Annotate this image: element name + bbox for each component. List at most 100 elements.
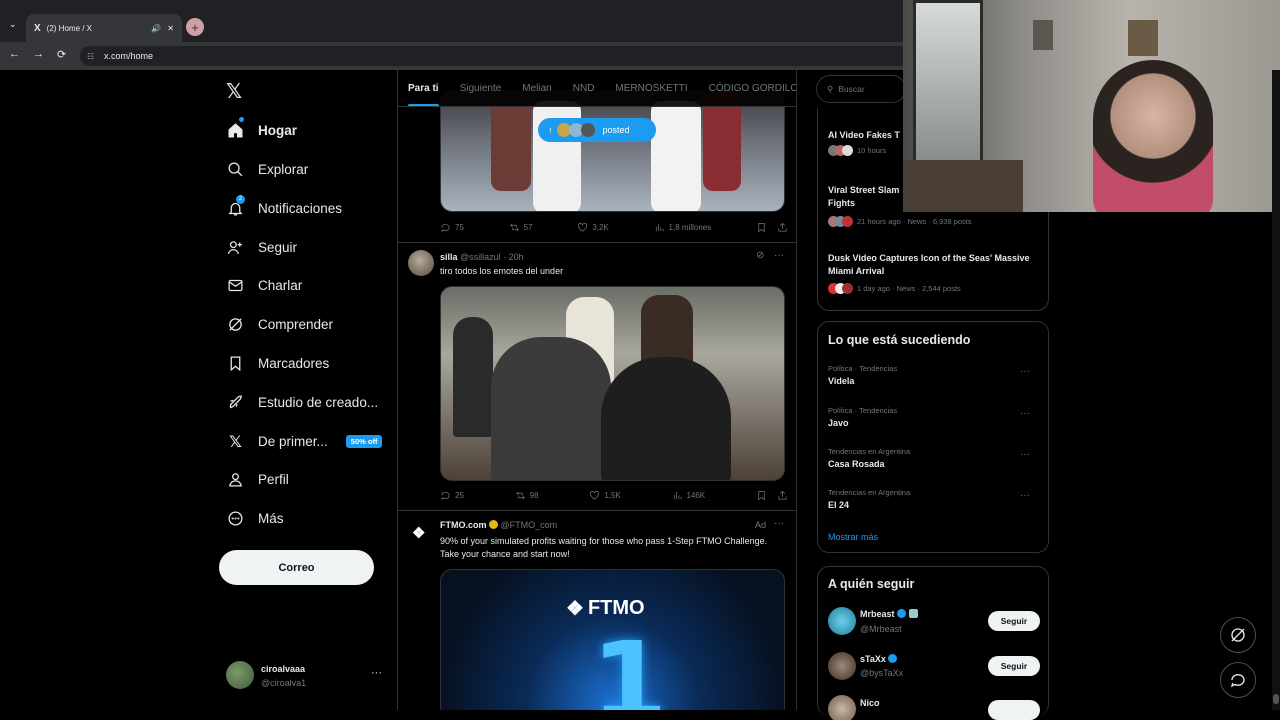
news-meta-row: 1 day ago · News · 2,544 posts (828, 283, 1038, 294)
messages-fab[interactable] (1220, 662, 1256, 698)
post-more-icon[interactable]: ··· (774, 250, 784, 261)
avatar-stack (828, 145, 853, 156)
follow-name[interactable]: sTaXx (860, 654, 886, 664)
nav-bookmarks[interactable]: Marcadores (227, 351, 329, 375)
follow-button[interactable]: Seguir (988, 611, 1040, 631)
post-button[interactable]: Correo (219, 550, 374, 585)
tab-list-chevron-icon[interactable]: ⌄ (9, 19, 17, 30)
tab-close-icon[interactable]: ✕ (167, 24, 174, 33)
post-author-handle[interactable]: @FTMO_com (501, 520, 558, 530)
forward-icon[interactable]: → (33, 48, 44, 60)
reply-icon (441, 223, 450, 232)
like-button[interactable]: 1,5K (589, 490, 621, 501)
repost-count: 57 (523, 223, 533, 232)
follow-button[interactable] (988, 700, 1040, 720)
nav-profile[interactable]: Perfil (227, 467, 289, 491)
account-switcher[interactable]: ciroalvaaa @ciroalva1 ··· (226, 661, 386, 693)
x-logo-icon[interactable]: 𝕏 (226, 79, 242, 103)
trend-more-icon[interactable]: ··· (1020, 366, 1030, 377)
trend-item[interactable]: Tendencias en Argentina El 24 ··· (828, 488, 1040, 510)
news-item[interactable]: Viral Street Slam Fights (828, 184, 908, 210)
trend-more-icon[interactable]: ··· (1020, 449, 1030, 460)
repost-icon (509, 223, 519, 232)
nav-home-label: Hogar (258, 122, 298, 138)
back-icon[interactable]: ← (9, 48, 20, 60)
tab-following[interactable]: Siguiente (460, 83, 502, 94)
follow-name-row: Mrbeast (860, 609, 918, 619)
browser-tab[interactable]: X (2) Home / X 🔊 ✕ (26, 14, 182, 42)
views-button[interactable]: 146K (672, 490, 705, 501)
repost-button[interactable]: 98 (515, 490, 539, 501)
speaker-icon[interactable]: 🔊 (151, 24, 161, 33)
person-icon (227, 471, 244, 488)
follow-name[interactable]: Mrbeast (860, 609, 895, 619)
heart-icon (590, 491, 600, 500)
trend-item[interactable]: Política · Tendencias Videla ··· (828, 364, 1040, 386)
nav-home[interactable]: Hogar (227, 118, 297, 142)
reply-button[interactable]: 25 (440, 490, 464, 501)
trend-more-icon[interactable]: ··· (1020, 408, 1030, 419)
tab-for-you[interactable]: Para ti (408, 83, 439, 106)
tab-melian[interactable]: Melian (522, 83, 551, 94)
tab-nnd[interactable]: NND (573, 83, 595, 94)
post-author-name[interactable]: silla (440, 252, 458, 262)
avatar[interactable] (828, 652, 856, 680)
post-author-name[interactable]: FTMO.com (440, 520, 487, 530)
new-tab-button[interactable]: + (186, 18, 204, 36)
reload-icon[interactable]: ⟳ (57, 48, 66, 61)
like-button[interactable]: 3,2K (577, 222, 609, 233)
trend-category: Tendencias en Argentina (828, 488, 911, 497)
nav-explore[interactable]: Explorar (227, 157, 308, 181)
scrollbar-thumb[interactable] (1273, 694, 1279, 704)
news-item[interactable]: Dusk Video Captures Icon of the Seas' Ma… (828, 252, 1038, 294)
nav-premium[interactable]: 𝕏 De primer... 50% off (227, 429, 383, 453)
follow-button[interactable]: Seguir (988, 656, 1040, 676)
trend-item[interactable]: Tendencias en Argentina Casa Rosada ··· (828, 447, 1040, 469)
share-icon[interactable] (777, 222, 788, 233)
nav-bookmarks-label: Marcadores (258, 355, 330, 371)
post-more-icon[interactable]: ··· (774, 518, 784, 529)
new-posts-pill[interactable]: ↑ posted (538, 118, 656, 142)
webcam-couch (903, 160, 1023, 212)
url-input[interactable]: ☷ x.com/home (80, 46, 910, 66)
avatar[interactable] (828, 607, 856, 635)
share-icon[interactable] (777, 490, 788, 501)
feed-tabs: Para ti Siguiente Melian NND MERNOSKETTI… (398, 70, 796, 107)
search-input[interactable]: ⚲ Buscar (816, 75, 906, 103)
ad-media[interactable]: ❖ FTMO 1 (440, 569, 785, 710)
tab-mernosketti[interactable]: MERNOSKETTI (615, 83, 687, 94)
account-more-icon[interactable]: ··· (371, 667, 382, 679)
nav-messages[interactable]: Charlar (227, 273, 302, 297)
avatar[interactable] (828, 695, 856, 720)
scrollbar[interactable] (1272, 70, 1280, 710)
home-icon (227, 122, 244, 139)
post-author-handle[interactable]: @ssillazul · 20h (460, 252, 524, 262)
trend-item[interactable]: Política · Tendencias Javo ··· (828, 406, 1040, 428)
post-media[interactable] (440, 90, 785, 212)
tab-codigo-gordilon[interactable]: CÓDIGO GORDILON (709, 83, 796, 94)
post-media[interactable] (440, 286, 785, 481)
nav-notifications-label: Notificaciones (258, 200, 343, 216)
bookmark-icon[interactable] (756, 222, 767, 233)
verified-icon (888, 654, 898, 663)
trend-more-icon[interactable]: ··· (1020, 490, 1030, 501)
ad-big-digit: 1 (591, 618, 668, 710)
views-button[interactable]: 1,8 millones (654, 222, 711, 233)
avatar[interactable] (408, 250, 434, 276)
reply-button[interactable]: 75 (440, 222, 464, 233)
search-placeholder: Buscar (838, 84, 865, 94)
grok-icon[interactable]: ⊘ (756, 250, 764, 261)
nav-follow[interactable]: Seguir (227, 235, 297, 259)
reply-count: 25 (455, 491, 464, 500)
nav-grok[interactable]: Comprender (227, 312, 333, 336)
repost-button[interactable]: 57 (509, 222, 533, 233)
grok-fab[interactable] (1220, 617, 1256, 653)
bookmark-icon[interactable] (756, 490, 767, 501)
site-settings-icon[interactable]: ☷ (87, 52, 94, 61)
nav-more[interactable]: Más (227, 506, 284, 530)
follow-name[interactable]: Nico (860, 698, 880, 708)
nav-creator-studio[interactable]: Estudio de creado... (227, 390, 378, 414)
ftmo-logo-icon[interactable]: ❖ (412, 524, 425, 542)
webcam-person (1093, 60, 1213, 212)
show-more-link[interactable]: Mostrar más (828, 532, 878, 542)
